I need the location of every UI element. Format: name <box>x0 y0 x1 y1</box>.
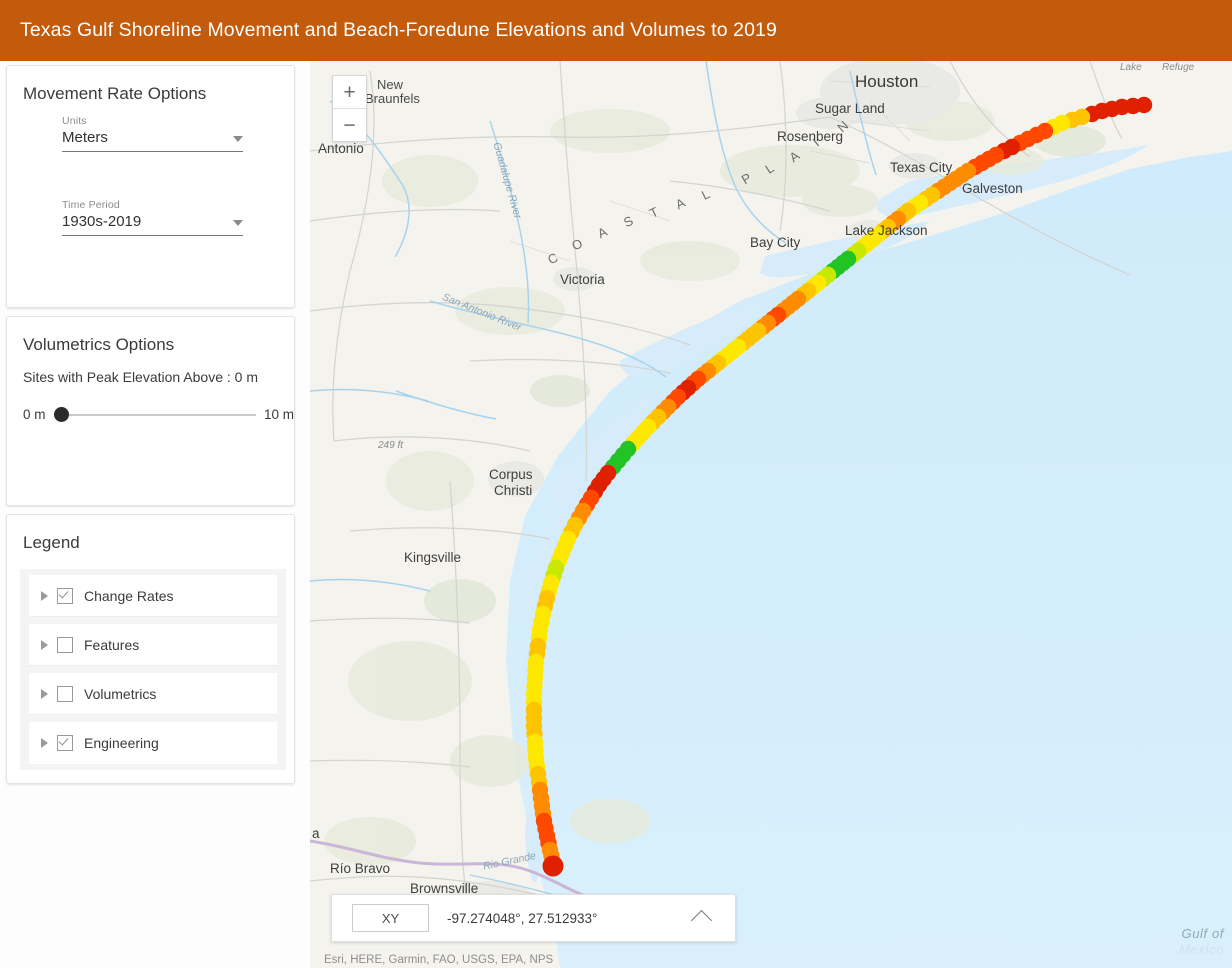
legend-separator <box>29 617 277 624</box>
units-select[interactable]: Meters <box>62 128 243 152</box>
units-label: Units <box>62 115 87 127</box>
checkbox-checked-icon[interactable] <box>57 735 73 751</box>
checkbox-checked-icon[interactable] <box>57 587 73 604</box>
zoom-controls: + − <box>332 75 367 142</box>
legend-item-features[interactable]: Features <box>29 624 277 666</box>
basemap-graphics <box>310 61 1232 968</box>
time-period-select[interactable]: 1930s-2019 <box>62 212 243 236</box>
legend-item-label: Change Rates <box>84 587 174 604</box>
sidebar: Movement Rate Options Units Meters Time … <box>0 61 310 968</box>
chevron-down-icon <box>233 220 243 226</box>
application-root: Texas Gulf Shoreline Movement and Beach-… <box>0 0 1232 968</box>
movement-rate-options-title: Movement Rate Options <box>23 84 207 103</box>
legend-item-change-rates[interactable]: Change Rates <box>29 575 277 617</box>
legend-title: Legend <box>23 533 80 552</box>
gulf-label-line2: Mexico <box>1179 942 1224 957</box>
movement-rate-options-panel: Movement Rate Options Units Meters Time … <box>6 65 295 308</box>
peak-elevation-slider[interactable]: 0 m 10 m <box>7 385 294 422</box>
legend-panel: Legend Change Rates Features Volumetrics En… <box>6 514 295 784</box>
gulf-label-line1: Gulf of <box>1181 926 1224 941</box>
checkbox-unchecked-icon[interactable] <box>57 636 73 653</box>
slider-track <box>53 413 256 416</box>
expand-triangle-icon[interactable] <box>41 590 48 601</box>
volumetrics-options-title: Volumetrics Options <box>23 335 175 354</box>
chevron-down-icon <box>233 136 243 142</box>
peak-elevation-filter-label: Sites with Peak Elevation Above : 0 m <box>23 369 259 385</box>
coordinate-readout: -97.274048°, 27.512933° <box>447 910 598 926</box>
legend-item-engineering[interactable]: Engineering <box>29 722 277 764</box>
legend-item-label: Volumetrics <box>84 685 157 702</box>
time-period-field: Time Period 1930s-2019 <box>62 199 243 236</box>
legend-item-label: Engineering <box>84 735 159 751</box>
map-attribution: Esri, HERE, Garmin, FAO, USGS, EPA, NPS <box>324 954 554 966</box>
coordinate-mode-button[interactable]: XY <box>352 904 429 932</box>
gulf-of-mexico-label: Gulf of Mexico <box>1179 926 1224 958</box>
chevron-up-icon[interactable] <box>690 909 713 932</box>
legend-separator <box>29 715 277 722</box>
slider-thumb[interactable] <box>53 407 69 422</box>
legend-list: Change Rates Features Volumetrics Engineeri… <box>20 569 286 770</box>
volumetrics-options-panel: Volumetrics Options Sites with Peak Elev… <box>6 316 295 506</box>
slider-max-label: 10 m <box>263 407 294 422</box>
checkbox-unchecked-icon[interactable] <box>57 685 73 702</box>
time-period-selected-value: 1930s-2019 <box>62 213 142 230</box>
expand-triangle-icon[interactable] <box>41 688 48 699</box>
map-canvas[interactable]: New Braunfels Antonio Houston Sugar Land Rose… <box>310 61 1232 968</box>
shoreline-change-point[interactable] <box>542 855 564 877</box>
slider-track-area[interactable] <box>53 407 256 422</box>
app-header: Texas Gulf Shoreline Movement and Beach-… <box>0 0 1232 61</box>
expand-triangle-icon[interactable] <box>41 738 48 748</box>
page-title: Texas Gulf Shoreline Movement and Beach-… <box>20 19 777 41</box>
units-field: Units Meters <box>62 115 243 152</box>
time-period-label: Time Period <box>62 199 120 211</box>
legend-separator <box>29 666 277 673</box>
slider-min-label: 0 m <box>23 407 46 422</box>
legend-item-label: Features <box>84 636 140 653</box>
legend-item-volumetrics[interactable]: Volumetrics <box>29 673 277 715</box>
coordinate-widget[interactable]: XY -97.274048°, 27.512933° <box>331 894 736 942</box>
units-selected-value: Meters <box>62 129 108 146</box>
expand-triangle-icon[interactable] <box>41 639 48 650</box>
zoom-out-button[interactable]: − <box>333 109 366 141</box>
zoom-in-button[interactable]: + <box>333 76 366 109</box>
